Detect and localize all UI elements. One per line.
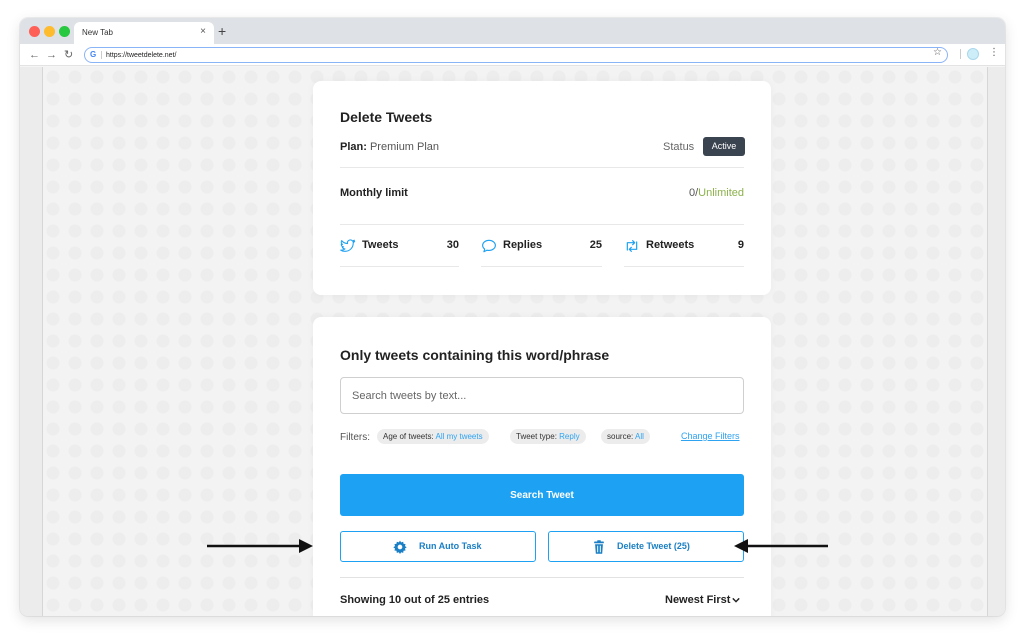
filter-value: Reply <box>559 432 580 441</box>
reload-icon[interactable]: ↻ <box>64 47 73 63</box>
delete-tweet-button[interactable]: Delete Tweet (25) <box>548 531 744 562</box>
profile-avatar[interactable] <box>967 48 979 60</box>
divider <box>340 167 744 168</box>
stat-label: Replies <box>503 239 543 251</box>
tab-close-icon[interactable]: × <box>200 26 206 38</box>
more-menu-icon[interactable]: ⋮ <box>989 46 999 60</box>
close-window-button[interactable] <box>29 26 40 37</box>
filter-key: Tweet type: <box>516 432 557 441</box>
stat-replies: Replies 25 <box>481 239 602 253</box>
url-text[interactable]: https://tweetdelete.net/ <box>106 51 176 60</box>
plan-label: Plan: <box>340 141 367 153</box>
limit-used: 0/ <box>688 187 699 199</box>
stat-label: Tweets <box>362 239 399 251</box>
card-title: Delete Tweets <box>340 109 433 125</box>
tab-title: New Tab <box>82 28 113 37</box>
plan-value: Premium Plan <box>369 141 440 153</box>
tab-bar: New Tab × + <box>20 18 1005 44</box>
page-background: Delete Tweets Plan: Premium Plan Status … <box>42 67 988 616</box>
stat-label: Retweets <box>646 239 695 251</box>
stat-value: 9 <box>737 239 744 251</box>
stat-tweets: Tweets 30 <box>340 239 459 253</box>
speech-bubble-icon <box>482 239 496 253</box>
page-viewport: Delete Tweets Plan: Premium Plan Status … <box>20 67 1005 616</box>
address-bar[interactable]: G https://tweetdelete.net/ <box>84 47 948 63</box>
monthly-limit-label: Monthly limit <box>340 187 408 199</box>
annotation-arrow-left <box>734 539 828 553</box>
divider <box>481 266 602 267</box>
limit-total: Unlimited <box>698 187 744 199</box>
button-label: Delete Tweet (25) <box>617 541 690 551</box>
filter-key: source: <box>607 432 634 441</box>
filter-chip-source[interactable]: source: All <box>601 429 650 444</box>
monthly-limit-value: 0/Unlimited <box>689 187 744 199</box>
forward-icon[interactable]: → <box>46 47 57 63</box>
status-label: Status <box>663 141 695 153</box>
annotation-arrow-right <box>207 539 313 553</box>
filter-value: All <box>635 432 644 441</box>
divider <box>340 224 744 225</box>
star-icon[interactable]: ☆ <box>933 46 942 60</box>
account-card: Delete Tweets Plan: Premium Plan Status … <box>313 81 771 295</box>
button-label: Run Auto Task <box>419 541 482 551</box>
toolbar-separator <box>960 49 961 59</box>
filter-chip-age[interactable]: Age of tweets: All my tweets <box>377 429 489 444</box>
stat-value: 25 <box>589 239 602 251</box>
card-title: Only tweets containing this word/phrase <box>340 347 610 363</box>
run-auto-task-button[interactable]: Run Auto Task <box>340 531 536 562</box>
browser-window: New Tab × + ← → ↻ G https://tweetdelete.… <box>20 18 1005 616</box>
new-tab-button[interactable]: + <box>218 23 226 39</box>
status-badge: Active <box>703 137 745 156</box>
stat-retweets: Retweets 9 <box>624 239 744 253</box>
filter-value: All my tweets <box>435 432 483 441</box>
filter-key: Age of tweets: <box>383 432 434 441</box>
divider <box>340 577 744 578</box>
plan-info: Plan: Premium Plan <box>340 141 439 153</box>
sort-dropdown[interactable]: Newest First <box>665 594 741 606</box>
browser-tab[interactable]: New Tab × <box>74 22 214 44</box>
back-icon[interactable]: ← <box>29 47 40 63</box>
browser-toolbar: ← → ↻ G https://tweetdelete.net/ <box>20 44 1005 66</box>
address-separator <box>101 51 102 59</box>
divider <box>340 266 459 267</box>
filters-label: Filters: <box>340 432 370 443</box>
minimize-window-button[interactable] <box>44 26 55 37</box>
maximize-window-button[interactable] <box>59 26 70 37</box>
google-icon: G <box>90 50 97 59</box>
stat-value: 30 <box>446 239 459 251</box>
trash-icon <box>594 540 604 554</box>
gear-icon <box>393 540 407 554</box>
chevron-down-icon <box>732 597 741 603</box>
search-input[interactable] <box>340 377 744 414</box>
sort-label: Newest First <box>665 594 731 606</box>
retweet-icon <box>626 240 638 252</box>
search-tweet-button[interactable]: Search Tweet <box>340 474 744 516</box>
change-filters-link[interactable]: Change Filters <box>681 431 740 441</box>
twitter-bird-icon <box>340 239 356 252</box>
divider <box>624 266 744 267</box>
filter-chip-type[interactable]: Tweet type: Reply <box>510 429 586 444</box>
entries-count: Showing 10 out of 25 entries <box>340 594 490 606</box>
search-card: Only tweets containing this word/phrase … <box>313 317 771 616</box>
